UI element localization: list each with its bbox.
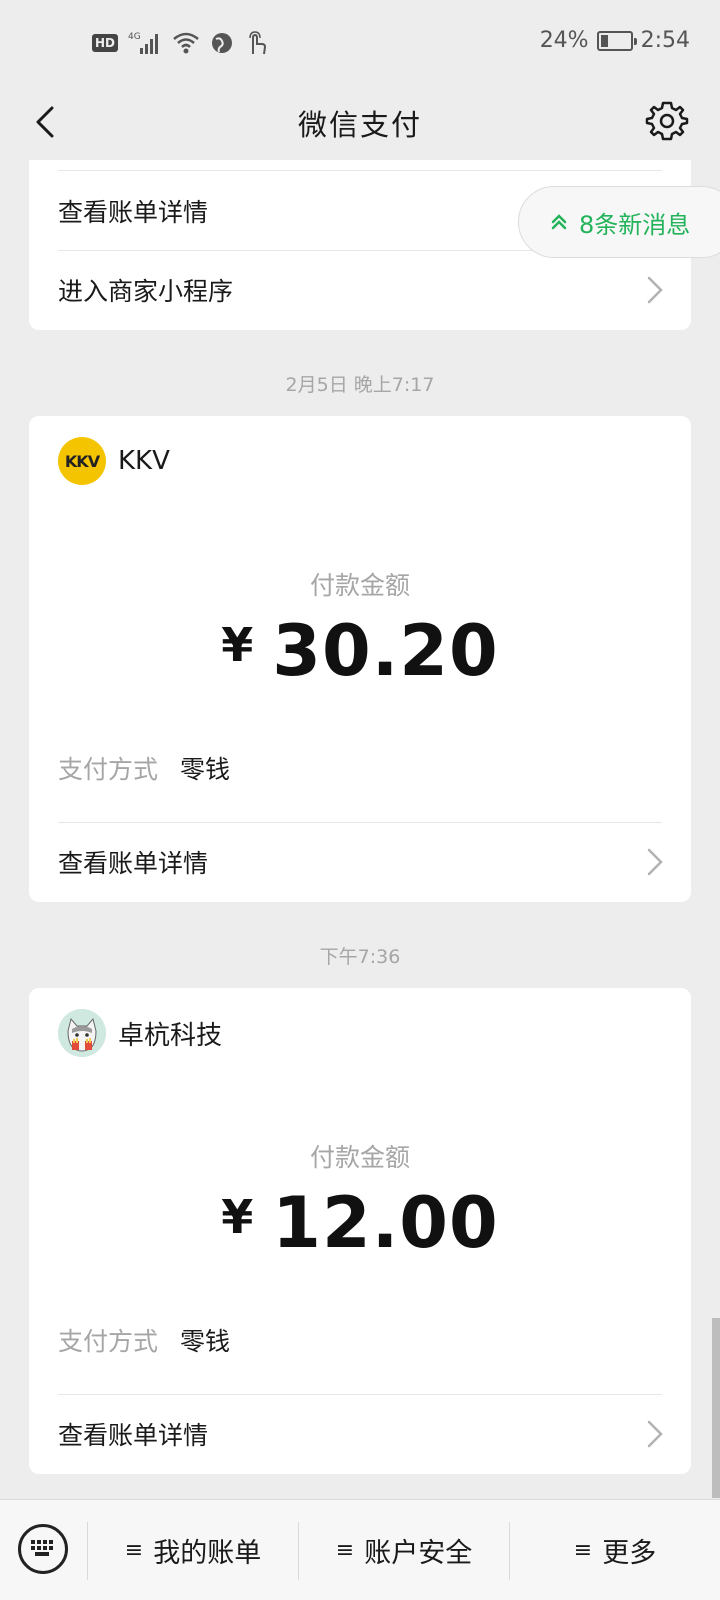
new-messages-button[interactable]: 8条新消息: [518, 186, 720, 258]
merchant-avatar: [58, 1009, 106, 1057]
row-label: 查看账单详情: [58, 198, 209, 227]
keyboard-toggle-button[interactable]: [18, 1524, 68, 1574]
bottom-menu-bar: ≡ 我的账单 ≡ 账户安全 ≡ 更多: [0, 1499, 720, 1600]
wifi-icon: [173, 32, 199, 54]
chevron-right-icon: [647, 848, 663, 876]
nav-bar: 微信支付: [0, 88, 720, 160]
status-bar: HD 4G 24% 2:54: [0, 0, 720, 88]
payment-method-key: 支付方式: [58, 755, 159, 784]
gear-icon[interactable]: [642, 96, 692, 146]
cat-avatar-icon: [58, 1009, 106, 1057]
menu-my-bills[interactable]: ≡ 我的账单: [88, 1500, 298, 1600]
amount-label: 付款金额: [309, 1143, 410, 1172]
payment-method-key: 支付方式: [58, 1327, 159, 1356]
payment-method-value: 零钱: [180, 755, 231, 784]
row-label: 进入商家小程序: [58, 277, 234, 306]
battery-icon: [596, 30, 637, 51]
menu-account-security[interactable]: ≡ 账户安全: [299, 1500, 509, 1600]
battery-percent: 24%: [539, 28, 589, 53]
payment-amount: ¥12.00: [29, 1182, 691, 1264]
new-messages-label: 8条新消息: [579, 210, 691, 239]
hd-badge: HD: [92, 34, 119, 52]
currency-symbol: ¥: [221, 1190, 255, 1244]
merchant-name: 卓杭科技: [118, 1020, 223, 1051]
view-bill-details-row[interactable]: 查看账单详情: [58, 1395, 663, 1473]
timestamp-label: 下午7:36: [319, 946, 401, 968]
chevron-right-icon: [647, 276, 663, 304]
menu-more[interactable]: ≡ 更多: [510, 1500, 720, 1600]
amount-value: 30.20: [272, 610, 499, 692]
amount-label: 付款金额: [309, 571, 410, 600]
menu-label: 账户安全: [364, 1538, 473, 1569]
row-label: 查看账单详情: [58, 849, 209, 878]
transaction-card: KKV KKV 付款金额 ¥30.20 支付方式 零钱 查看账单详情: [29, 416, 691, 902]
menu-label: 我的账单: [153, 1538, 262, 1569]
svg-text:4G: 4G: [128, 32, 141, 42]
view-bill-details-row[interactable]: 查看账单详情: [58, 823, 663, 901]
payment-amount: ¥30.20: [29, 610, 691, 692]
amount-value: 12.00: [272, 1182, 499, 1264]
kkv-logo: KKV: [58, 437, 106, 485]
transaction-card: 卓杭科技 付款金额 ¥12.00 支付方式 零钱 查看账单详情: [29, 988, 691, 1474]
globe-icon: [212, 33, 233, 53]
merchant-header[interactable]: 卓杭科技: [58, 1008, 222, 1058]
battery-level: [600, 34, 608, 47]
page-title: 微信支付: [297, 108, 422, 142]
payment-method: 支付方式 零钱: [58, 1322, 230, 1358]
signal-icon: 4G: [128, 32, 159, 54]
chevron-right-icon: [647, 1420, 663, 1448]
menu-lines-icon: ≡: [573, 1538, 593, 1563]
merchant-name: KKV: [118, 446, 170, 476]
timestamp-label: 2月5日 晚上7:17: [285, 374, 435, 396]
scrollbar[interactable]: [712, 1318, 720, 1498]
payment-method: 支付方式 零钱: [58, 750, 230, 786]
menu-lines-icon: ≡: [335, 1538, 355, 1563]
merchant-header[interactable]: KKV KKV: [58, 436, 170, 486]
divider: [58, 170, 662, 171]
double-chevron-up-icon: [551, 214, 567, 230]
status-icons-left: HD 4G: [92, 30, 268, 56]
currency-symbol: ¥: [221, 618, 255, 672]
menu-lines-icon: ≡: [124, 1538, 144, 1563]
menu-label: 更多: [602, 1538, 657, 1569]
keyboard-icon: [31, 1540, 53, 1556]
status-icons-right: 24% 2:54: [540, 28, 690, 53]
payment-method-value: 零钱: [180, 1327, 231, 1356]
row-label: 查看账单详情: [58, 1421, 209, 1450]
clock: 2:54: [640, 28, 690, 53]
enter-merchant-miniprogram-row[interactable]: 进入商家小程序: [58, 251, 663, 329]
touch-icon: [249, 31, 267, 55]
